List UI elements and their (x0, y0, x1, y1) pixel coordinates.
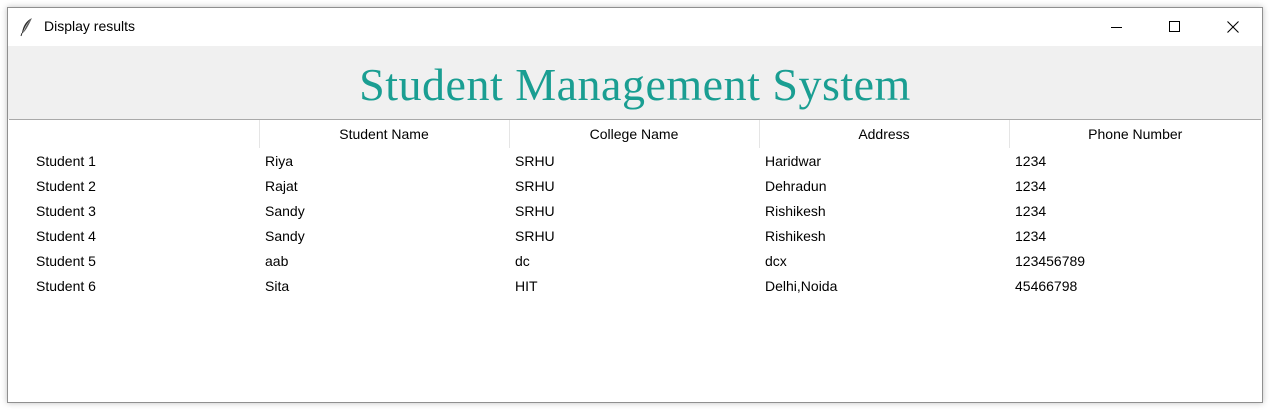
student-table[interactable]: Student Name College Name Address Phone … (9, 119, 1261, 401)
close-icon (1227, 21, 1239, 33)
college-name-cell: SRHU (515, 177, 555, 194)
maximize-icon (1169, 21, 1180, 32)
column-header-address[interactable]: Address (759, 120, 1010, 149)
column-header-student-name[interactable]: Student Name (259, 120, 510, 149)
row-id-cell: Student 5 (36, 252, 96, 269)
address-cell: Haridwar (765, 152, 822, 169)
address-cell: Dehradun (765, 177, 827, 194)
phone-number-cell: 1234 (1015, 177, 1047, 194)
header-banner: Student Management System (8, 46, 1262, 119)
phone-number-cell: 1234 (1015, 227, 1047, 244)
row-id-cell: Student 6 (36, 277, 96, 294)
phone-number-cell: 1234 (1015, 152, 1047, 169)
table-header-row: Student Name College Name Address Phone … (9, 120, 1261, 149)
address-cell: Rishikesh (765, 227, 826, 244)
address-cell: dcx (765, 252, 787, 269)
column-header-college-name[interactable]: College Name (509, 120, 760, 149)
table-row[interactable]: Student 4 Sandy SRHU Rishikesh 1234 (9, 223, 1261, 248)
row-id-cell: Student 4 (36, 227, 96, 244)
table-row[interactable]: Student 6 Sita HIT Delhi,Noida 45466798 (9, 273, 1261, 298)
feather-icon (20, 17, 34, 37)
phone-number-cell: 1234 (1015, 202, 1047, 219)
phone-number-cell: 45466798 (1015, 277, 1078, 294)
page-title: Student Management System (359, 59, 911, 110)
address-cell: Delhi,Noida (765, 277, 838, 294)
table-row[interactable]: Student 3 Sandy SRHU Rishikesh 1234 (9, 198, 1261, 223)
minimize-button[interactable] (1088, 8, 1146, 46)
table-row[interactable]: Student 1 Riya SRHU Haridwar 1234 (9, 148, 1261, 173)
student-name-cell: Sita (265, 277, 290, 294)
college-name-cell: SRHU (515, 227, 555, 244)
maximize-button[interactable] (1146, 8, 1204, 46)
table-row[interactable]: Student 5 aab dc dcx 123456789 (9, 248, 1261, 273)
student-name-cell: Riya (265, 152, 294, 169)
table-row[interactable]: Student 2 Rajat SRHU Dehradun 1234 (9, 173, 1261, 198)
student-name-cell: Sandy (265, 202, 305, 219)
close-button[interactable] (1204, 8, 1262, 46)
minimize-icon (1111, 27, 1122, 28)
phone-number-cell: 123456789 (1015, 252, 1086, 269)
row-id-cell: Student 3 (36, 202, 96, 219)
college-name-cell: SRHU (515, 202, 555, 219)
column-header-phone-number[interactable]: Phone Number (1009, 120, 1261, 149)
college-name-cell: HIT (515, 277, 538, 294)
row-id-cell: Student 2 (36, 177, 96, 194)
college-name-cell: SRHU (515, 152, 555, 169)
student-name-cell: aab (265, 252, 289, 269)
college-name-cell: dc (515, 252, 530, 269)
student-name-cell: Sandy (265, 227, 305, 244)
title-bar[interactable]: Display results (8, 8, 1262, 46)
address-cell: Rishikesh (765, 202, 826, 219)
window-title: Display results (44, 18, 136, 34)
row-id-cell: Student 1 (36, 152, 96, 169)
student-name-cell: Rajat (265, 177, 298, 194)
app-window: Display results Student Management Syste… (7, 7, 1263, 403)
column-header-row-id[interactable] (9, 120, 260, 149)
